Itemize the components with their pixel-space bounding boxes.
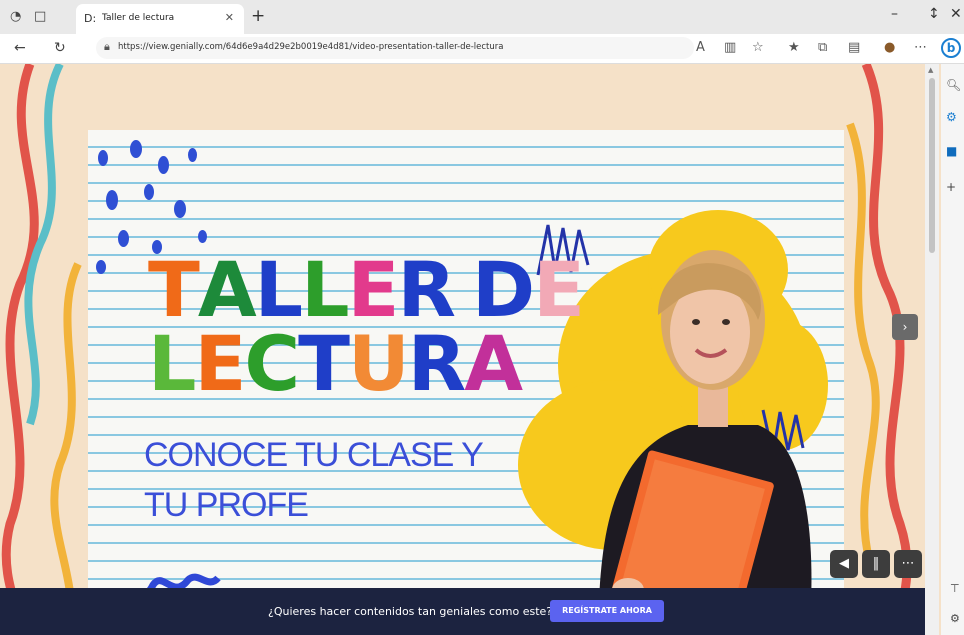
more-icon: ⋯ <box>901 556 915 571</box>
page-viewport: TALLER DE LECTURA CONOCE TU CLASE Y TU P… <box>0 64 941 635</box>
tab-title: Taller de lectura <box>102 13 175 23</box>
minimize-icon[interactable]: – <box>891 6 898 22</box>
browser-logo-icon[interactable]: ◔ <box>10 8 21 26</box>
subtitle-line-1: CONOCE TU CLASE Y <box>144 436 484 474</box>
restore-icon[interactable]: ↕ <box>928 6 940 22</box>
scroll-thumb[interactable] <box>929 78 935 253</box>
volume-button[interactable]: ◀ <box>830 550 858 578</box>
scroll-up-icon[interactable]: ▲ <box>928 66 933 74</box>
presentation-slide: TALLER DE LECTURA CONOCE TU CLASE Y TU P… <box>88 130 844 635</box>
pause-icon: ‖ <box>872 556 880 571</box>
bing-icon[interactable]: b <box>941 38 961 58</box>
back-icon[interactable]: ← <box>14 40 26 56</box>
address-bar: ← ↻ 🔒︎ https://view.genially.com/64d6e9a… <box>0 34 964 64</box>
more-options-button[interactable]: ⋯ <box>894 550 922 578</box>
tab-bar: ◔ □ D: Taller de lectura ✕ + – ↕ ✕ <box>0 0 964 34</box>
favorites-bar-icon[interactable]: ★ <box>788 40 800 55</box>
more-icon[interactable]: ⋯ <box>914 40 927 55</box>
favorite-icon[interactable]: ☆ <box>752 40 764 55</box>
tab-actions-icon[interactable]: □ <box>34 8 46 26</box>
url-field[interactable]: 🔒︎ https://view.genially.com/64d6e9a4d29… <box>96 37 694 59</box>
profile-icon[interactable]: ● <box>884 40 895 55</box>
collections-icon[interactable]: ⧉ <box>818 40 827 55</box>
page-scrollbar[interactable]: ▲ <box>925 64 939 635</box>
extensions-icon[interactable]: ▤ <box>848 40 860 55</box>
edge-sidebar: 🔍︎ ⚙ ■ + <box>941 64 964 635</box>
close-window-icon[interactable]: ✕ <box>950 6 962 22</box>
volume-icon: ◀ <box>839 556 849 571</box>
pause-button[interactable]: ‖ <box>862 550 890 578</box>
tab-favicon: D: <box>84 12 97 25</box>
banner-text: ¿Quieres hacer contenidos tan geniales c… <box>268 605 553 618</box>
title-line-2: LECTURA <box>148 319 523 408</box>
url-text: https://view.genially.com/64d6e9a4d29e2b… <box>118 42 504 52</box>
title-line-1: TALLER DE <box>148 245 585 334</box>
next-slide-button[interactable]: › <box>892 314 918 340</box>
search-icon[interactable]: 🔍︎ <box>946 78 961 92</box>
settings-icon[interactable]: ⚙ <box>946 110 957 124</box>
new-tab-icon[interactable]: + <box>251 6 265 26</box>
sidebar-settings-icon[interactable]: ⚙ <box>950 612 960 625</box>
outlook-icon[interactable]: ■ <box>946 144 957 158</box>
signup-banner: ¿Quieres hacer contenidos tan geniales c… <box>0 588 925 635</box>
tab-active[interactable]: D: Taller de lectura ✕ <box>76 4 244 34</box>
split-screen-icon[interactable]: ▥ <box>724 40 736 55</box>
teacher-photo <box>598 250 812 635</box>
chevron-right-icon: › <box>902 320 908 334</box>
lock-icon[interactable]: 🔒︎ <box>104 40 110 54</box>
register-now-button[interactable]: REGÍSTRATE AHORA <box>550 600 664 622</box>
refresh-icon[interactable]: ↻ <box>54 40 66 56</box>
close-icon[interactable]: ✕ <box>225 11 234 24</box>
subtitle-line-2: TU PROFE <box>144 486 309 524</box>
add-icon[interactable]: + <box>946 180 956 194</box>
read-aloud-icon[interactable]: A <box>696 40 705 55</box>
sidebar-pin-icon[interactable]: ⊤ <box>950 582 960 595</box>
